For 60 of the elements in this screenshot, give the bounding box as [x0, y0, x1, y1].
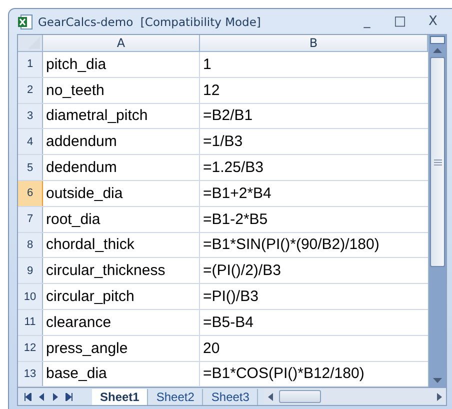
scroll-thumb[interactable] — [279, 390, 322, 403]
table-cell[interactable]: =1/B3 — [200, 129, 428, 154]
row-header[interactable]: 6 — [18, 180, 43, 206]
next-sheet-icon[interactable] — [52, 392, 58, 400]
table-cell[interactable]: 12 — [200, 78, 428, 103]
maximize-button[interactable]: □ — [386, 14, 414, 29]
last-sheet-icon[interactable] — [65, 392, 73, 400]
scroll-left-icon[interactable] — [268, 392, 274, 400]
sheet-tab[interactable]: Sheet3 — [203, 388, 258, 404]
close-button[interactable]: X — [419, 14, 447, 29]
table-cell[interactable]: outside_dia — [43, 180, 200, 206]
row-header[interactable]: 7 — [18, 206, 43, 232]
row-header[interactable]: 9 — [18, 258, 43, 284]
table-cell[interactable]: no_teeth — [43, 78, 200, 103]
table-cell[interactable]: base_dia — [43, 362, 200, 386]
scroll-up-icon[interactable] — [433, 48, 442, 53]
table-cell[interactable]: circular_thickness — [43, 258, 200, 284]
row-header[interactable]: 10 — [18, 284, 43, 309]
table-cell[interactable]: =(PI()/2)/B3 — [200, 258, 428, 284]
first-sheet-icon[interactable] — [24, 392, 32, 400]
table-cell[interactable]: root_dia — [43, 206, 200, 232]
row-header[interactable]: 3 — [18, 104, 43, 128]
scroll-thumb[interactable] — [430, 57, 445, 267]
sheet-tab[interactable]: Sheet2 — [148, 388, 204, 404]
table-cell[interactable]: =PI()/B3 — [200, 284, 428, 309]
row-header[interactable]: 5 — [18, 155, 43, 180]
sheet-tab[interactable]: Sheet1 — [92, 388, 148, 404]
table-cell[interactable]: chordal_thick — [43, 232, 200, 258]
table-cell[interactable]: press_angle — [43, 336, 200, 361]
table-cell[interactable]: =B1-2*B5 — [200, 206, 428, 232]
table-cell[interactable]: =B1*SIN(PI()*(90/B2)/180) — [200, 232, 428, 258]
column-header[interactable]: A — [43, 35, 200, 51]
table-cell[interactable]: 1 — [200, 52, 428, 77]
spreadsheet-icon — [17, 14, 33, 30]
row-header[interactable]: 4 — [18, 129, 43, 154]
table-cell[interactable]: =B1*COS(PI()*B12/180) — [200, 362, 428, 386]
table-cell[interactable]: clearance — [43, 310, 200, 335]
row-header[interactable]: 12 — [18, 336, 43, 361]
table-cell[interactable]: diametral_pitch — [43, 104, 200, 128]
minimize-button[interactable]: _ — [353, 14, 381, 29]
table-cell[interactable]: =B5-B4 — [200, 310, 428, 335]
table-cell[interactable]: addendum — [43, 129, 200, 154]
row-header[interactable]: 11 — [18, 310, 43, 335]
row-header[interactable]: 8 — [18, 232, 43, 258]
previous-sheet-icon[interactable] — [39, 392, 45, 400]
table-cell[interactable]: circular_pitch — [43, 284, 200, 309]
vertical-scrollbar[interactable] — [428, 35, 446, 387]
scroll-right-icon[interactable] — [437, 392, 442, 400]
table-cell[interactable]: dedendum — [43, 155, 200, 180]
row-header[interactable]: 1 — [18, 52, 43, 77]
row-header[interactable]: 13 — [18, 362, 43, 386]
table-cell[interactable]: =1.25/B3 — [200, 155, 428, 180]
table-cell[interactable]: =B2/B1 — [200, 104, 428, 128]
table-cell[interactable]: 20 — [200, 336, 428, 361]
table-cell[interactable]: =B1+2*B4 — [200, 180, 428, 206]
table-cell[interactable]: pitch_dia — [43, 52, 200, 77]
window-title: GearCalcs-demo [Compatibility Mode] — [38, 14, 262, 28]
split-handle[interactable] — [430, 36, 445, 44]
scroll-down-icon[interactable] — [433, 378, 442, 383]
row-header[interactable]: 2 — [18, 78, 43, 103]
